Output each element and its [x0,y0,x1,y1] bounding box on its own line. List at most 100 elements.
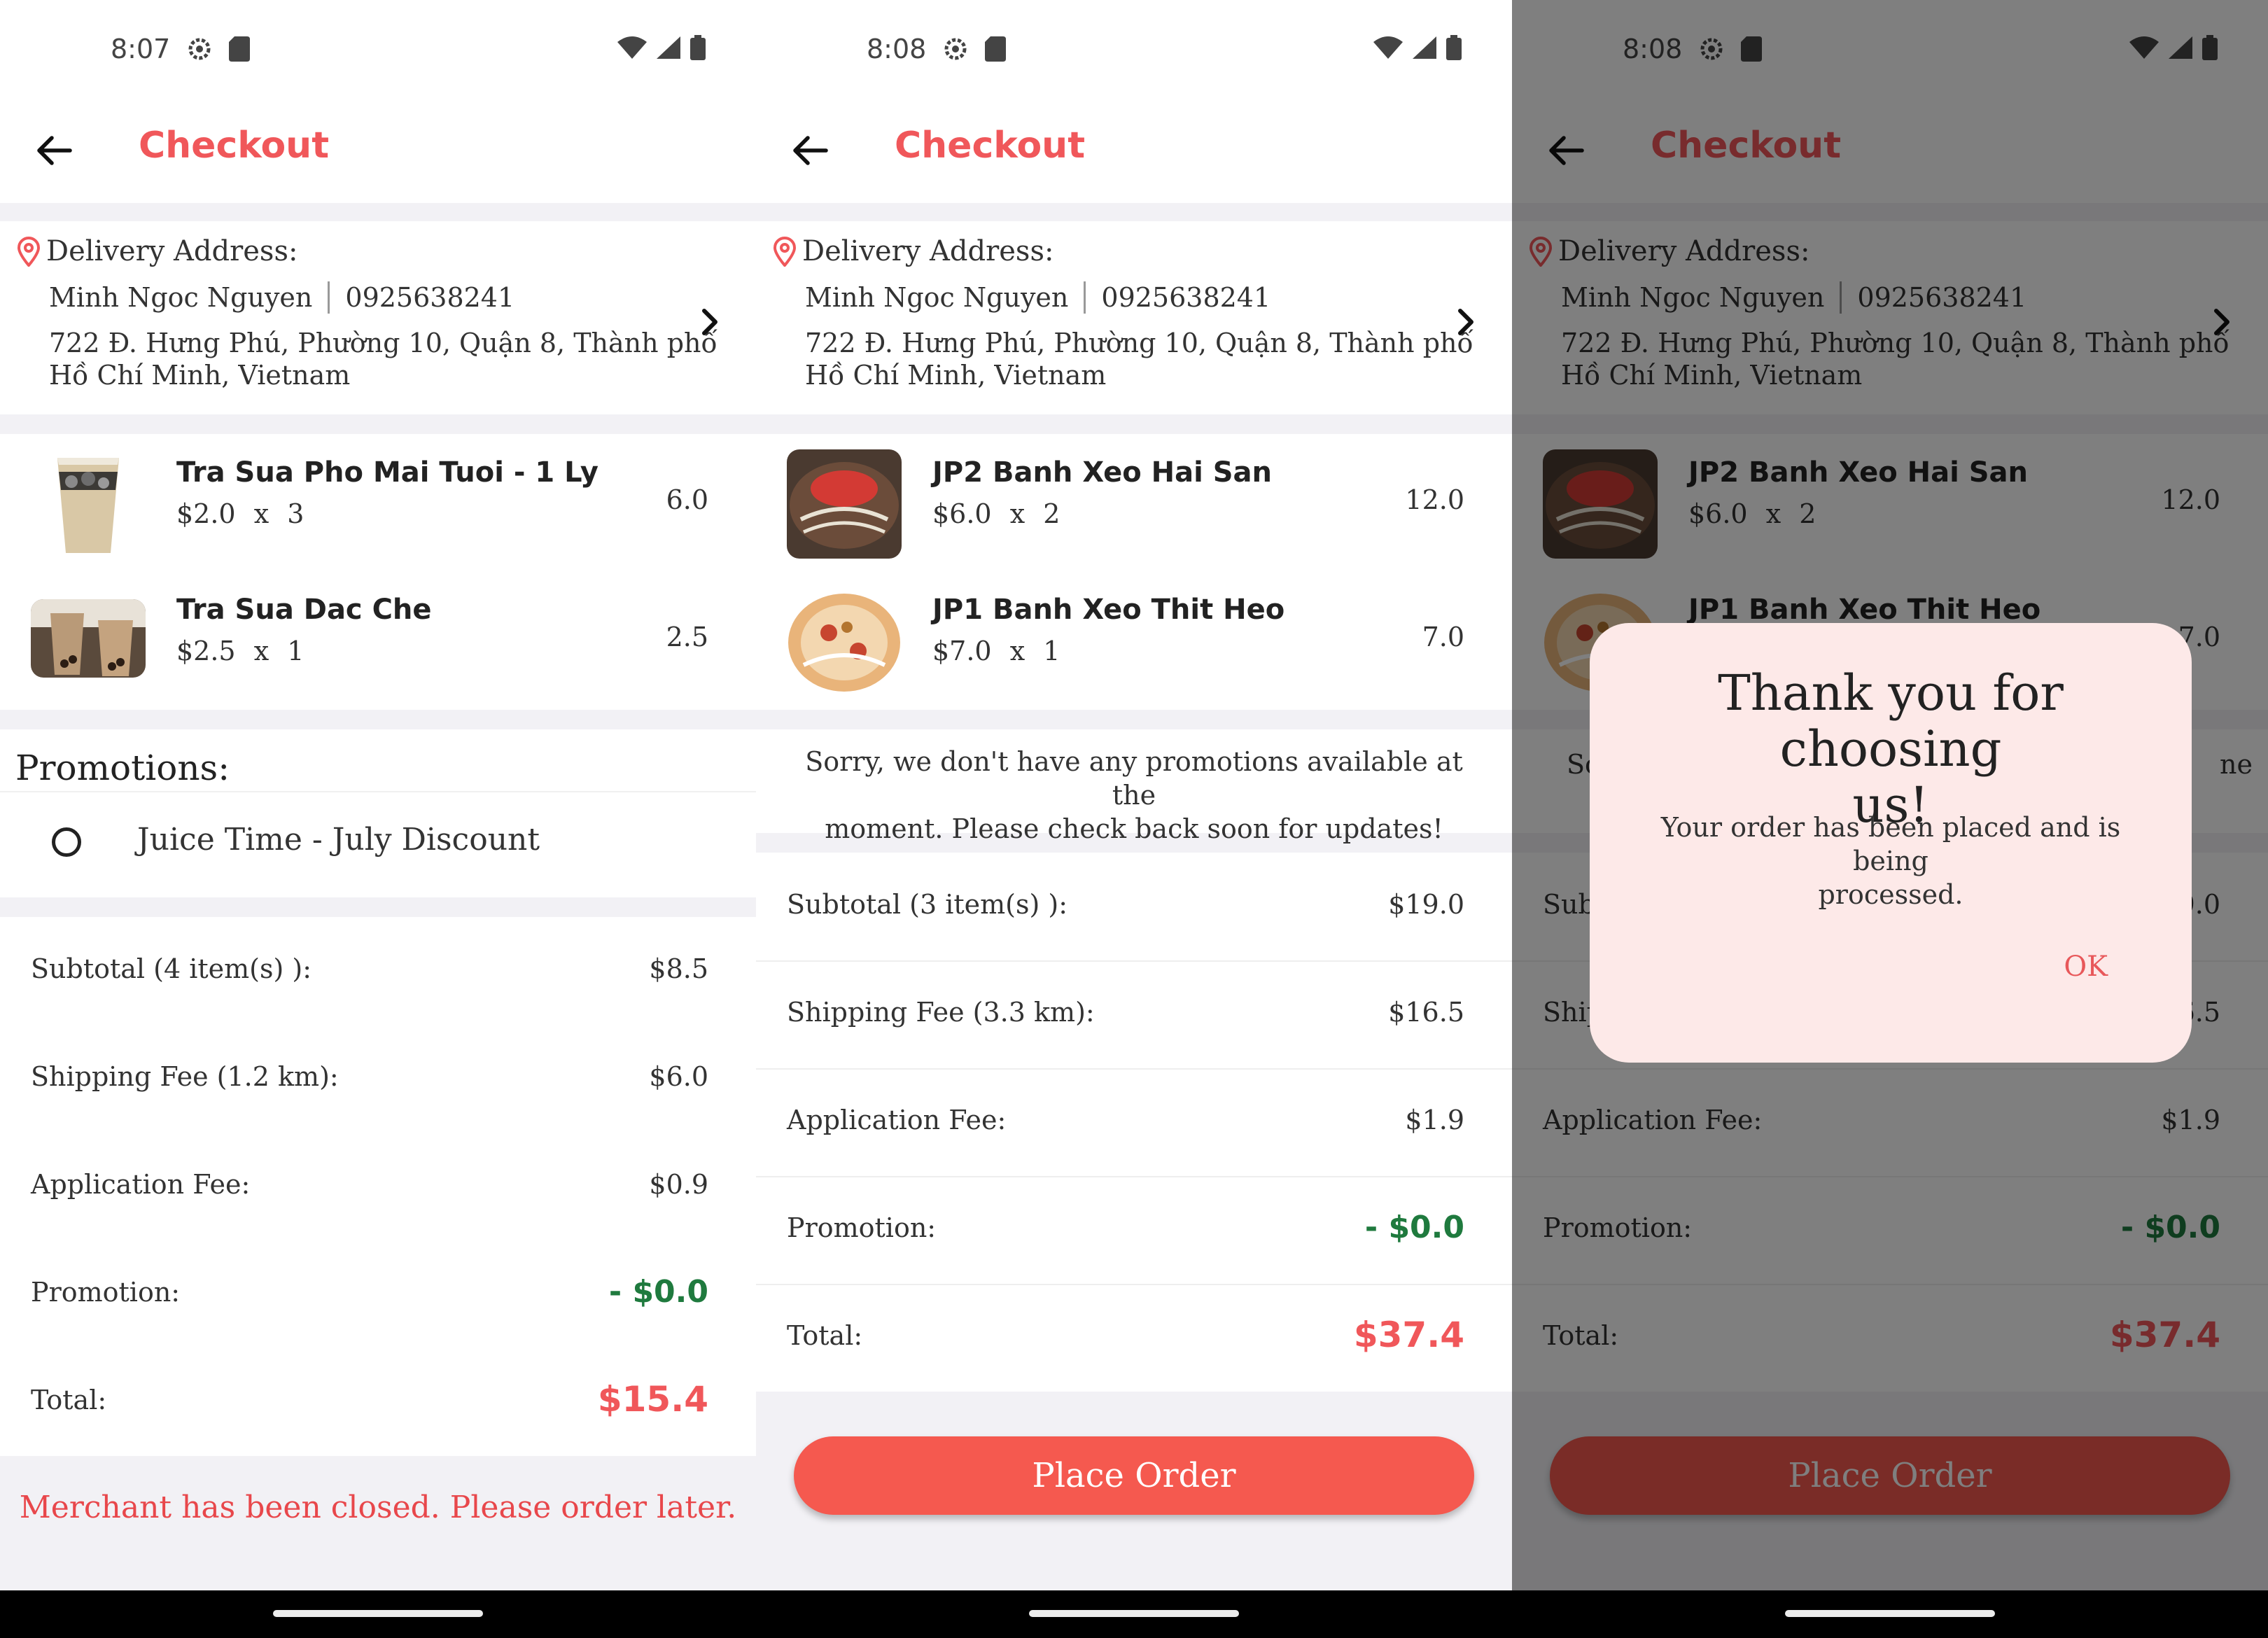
top-app-bar: Checkout [0,98,756,203]
recipient-name: Minh Ngoc Nguyen [805,282,1069,313]
app-fee-value: $0.9 [649,1169,708,1200]
product-image-bubble-tea [31,599,146,678]
item-total: 7.0 [1422,622,1464,652]
shipping-label: Shipping Fee (1.2 km): [31,1061,339,1092]
no-promotions-message-line-2: moment. Please check back soon for updat… [825,813,1443,844]
total-value: $15.4 [597,1379,708,1420]
item-total: 6.0 [666,484,708,515]
recipient-name: Minh Ngoc Nguyen [49,282,313,313]
signal-icon [1413,36,1436,59]
divider [1084,281,1086,314]
dialog-ok-button[interactable]: OK [2064,951,2108,983]
address-line-2: Hồ Chí Minh, Vietnam [805,360,1107,391]
chevron-right-icon[interactable] [690,302,729,342]
promotions-card: Sorry, we don't have any promotions avai… [756,729,1512,844]
navigation-bar [1512,1590,2268,1638]
product-image-pork-pancake [787,587,902,696]
status-time: 8:08 [867,34,927,64]
sd-card-icon [985,36,1007,62]
place-order-button[interactable]: Place Order [794,1436,1474,1515]
address-line-1: 722 Đ. Hưng Phú, Phường 10, Quận 8, Thàn… [49,328,718,358]
item-name: Tra Sua Dac Che [176,594,432,626]
order-confirmation-dialog: Thank you for choosing us! Your order ha… [1590,623,2192,1063]
item-price-quantity: $6.0 x 2 [932,498,1060,529]
chevron-right-icon[interactable] [1446,302,1485,342]
order-item[interactable]: Tra Sua Dac Che $2.5 x 1 2.5 [0,571,756,708]
merchant-closed-message: Merchant has been closed. Please order l… [19,1490,737,1525]
battery-icon [1446,35,1462,60]
item-total: 12.0 [1405,484,1464,515]
wifi-icon [1373,36,1403,59]
signal-icon [657,36,680,59]
order-item[interactable]: JP2 Banh Xeo Hai San $6.0 x 2 12.0 [756,434,1512,571]
promotion-radio[interactable] [52,827,81,857]
order-item[interactable]: JP1 Banh Xeo Thit Heo $7.0 x 1 7.0 [756,571,1512,708]
back-arrow-icon[interactable] [31,127,77,174]
order-item[interactable]: Tra Sua Pho Mai Tuoi - 1 Ly $2.0 x 3 6.0 [0,434,756,571]
page-title: Checkout [895,125,1086,167]
address-line-1: 722 Đ. Hưng Phú, Phường 10, Quận 8, Thàn… [805,328,1474,358]
promotion-value: - $0.0 [1364,1210,1464,1245]
checkout-screen-2: 8:08 Checkout Delivery Address: Minh Ngo… [756,0,1512,1638]
promotion-label: Promotion: [31,1277,181,1308]
recipient-phone: 0925638241 [345,282,515,313]
promotion-label: Promotion: [787,1212,937,1243]
item-price-quantity: $2.5 x 1 [176,636,304,666]
product-image-seafood-pancake [787,449,902,559]
total-label: Total: [31,1385,107,1415]
location-pin-icon [773,237,797,267]
order-items-card: JP2 Banh Xeo Hai San $6.0 x 2 12.0 JP1 B… [756,434,1512,710]
delivery-address-label: Delivery Address: [802,235,1054,267]
navigation-bar [756,1590,1512,1638]
checkout-screen-1: 8:07 Checkout Delivery Address: Minh Ngo… [0,0,756,1638]
delivery-address-card[interactable]: Delivery Address: Minh Ngoc Nguyen 09256… [0,221,756,414]
subtotal-label: Subtotal (4 item(s) ): [31,953,312,984]
no-promotions-message-line-1: Sorry, we don't have any promotions avai… [805,746,1463,811]
promotion-option-label: Juice Time - July Discount [137,822,540,858]
top-app-bar: Checkout [756,98,1512,203]
wifi-icon [617,36,647,59]
divider [0,791,756,792]
sd-card-icon [229,36,251,62]
product-image-milk-tea [31,448,146,557]
screens-row: 8:07 Checkout Delivery Address: Minh Ngo… [0,0,2268,1638]
item-name: JP1 Banh Xeo Thit Heo [932,594,1285,626]
item-name: Tra Sua Pho Mai Tuoi - 1 Ly [176,456,598,489]
status-bar: 8:08 [756,0,1512,98]
settings-icon [188,38,211,60]
home-indicator[interactable] [273,1610,483,1617]
divider [756,960,1512,962]
summary-section: Subtotal (3 item(s) ): $19.0 Shipping Fe… [756,853,1512,1392]
app-fee-value: $1.9 [1405,1105,1464,1135]
back-arrow-icon[interactable] [787,127,833,174]
home-indicator[interactable] [1785,1610,1995,1617]
divider [756,1068,1512,1070]
delivery-address-label: Delivery Address: [46,235,298,267]
status-time: 8:07 [111,34,171,64]
promotion-value: - $0.0 [608,1274,708,1310]
address-line-2: Hồ Chí Minh, Vietnam [49,360,351,391]
dialog-message-line-2: processed. [1818,879,1963,910]
home-indicator[interactable] [1029,1610,1239,1617]
item-price-quantity: $2.0 x 3 [176,498,304,529]
settings-icon [944,38,967,60]
battery-icon [690,35,706,60]
shipping-value: $16.5 [1388,997,1464,1028]
subtotal-value: $8.5 [649,953,708,984]
item-price-quantity: $7.0 x 1 [932,636,1060,666]
shipping-label: Shipping Fee (3.3 km): [787,997,1095,1028]
divider [756,1284,1512,1285]
order-items-card: Tra Sua Pho Mai Tuoi - 1 Ly $2.0 x 3 6.0… [0,434,756,710]
promotions-title: Promotions: [15,748,230,788]
total-label: Total: [787,1320,863,1351]
divider [756,1176,1512,1177]
total-value: $37.4 [1353,1315,1464,1355]
item-name: JP2 Banh Xeo Hai San [932,456,1272,489]
shipping-value: $6.0 [649,1061,708,1092]
dialog-title-line-1: Thank you for choosing [1718,664,2064,778]
delivery-address-card[interactable]: Delivery Address: Minh Ngoc Nguyen 09256… [756,221,1512,414]
summary-section: Subtotal (4 item(s) ): $8.5 Shipping Fee… [0,917,756,1456]
page-title: Checkout [139,125,330,167]
app-fee-label: Application Fee: [787,1105,1007,1135]
navigation-bar [0,1590,756,1638]
